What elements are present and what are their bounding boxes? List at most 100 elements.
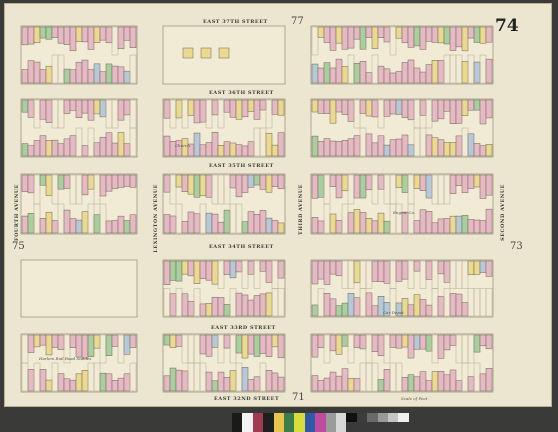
building: [63, 138, 71, 157]
building: [311, 334, 319, 358]
building: [335, 334, 343, 355]
building: [461, 61, 469, 84]
building: [473, 26, 481, 43]
building: [277, 174, 285, 190]
building: [353, 135, 361, 157]
street-label-35: EAST 35TH STREET: [209, 163, 274, 169]
building: [187, 301, 195, 317]
label-scale: Scale of Feet: [401, 396, 428, 401]
building: [329, 334, 337, 352]
building: [111, 334, 119, 347]
building: [181, 293, 189, 317]
building: [323, 138, 331, 157]
building: [99, 99, 107, 118]
building: [235, 99, 243, 120]
building: [353, 297, 361, 317]
building: [485, 99, 493, 119]
building: [241, 334, 249, 359]
building: [425, 134, 433, 157]
building: [27, 174, 35, 194]
building: [407, 334, 415, 359]
building: [45, 99, 53, 123]
building: [81, 334, 89, 359]
building: [93, 142, 101, 157]
building: [329, 140, 337, 157]
building: [253, 99, 261, 120]
building: [123, 99, 131, 116]
building: [169, 334, 177, 348]
building: [205, 142, 213, 157]
building: [485, 208, 493, 234]
building: [163, 214, 171, 234]
building: [335, 26, 343, 44]
building: [211, 99, 219, 116]
avenue-label-second: SECOND AVENUE: [500, 184, 506, 241]
building: [277, 222, 285, 234]
gray-swatch: [356, 413, 368, 422]
avenue-label-lexington: LEXINGTON AVENUE: [153, 184, 159, 253]
building: [21, 69, 29, 84]
building: [87, 334, 95, 357]
building: [479, 99, 487, 125]
building: [217, 221, 225, 234]
building: [365, 99, 373, 117]
building: [277, 376, 285, 392]
building: [419, 71, 427, 84]
building: [129, 334, 137, 348]
building: [45, 65, 53, 84]
map-viewer[interactable]: 74 77 71 75 73 EAST 37TH STREET EAST 36T…: [0, 0, 558, 432]
building: [437, 260, 445, 275]
label-railroad-stables: Harlem Rail Road Stables: [39, 356, 92, 361]
building: [443, 334, 451, 351]
street-label-37: EAST 37TH STREET: [203, 19, 268, 25]
building: [265, 132, 273, 157]
building: [33, 140, 41, 157]
building: [401, 99, 409, 118]
building: [211, 296, 219, 317]
building: [259, 334, 267, 354]
building: [353, 174, 361, 199]
building: [21, 174, 29, 192]
building: [63, 26, 71, 45]
building: [247, 141, 255, 157]
building: [359, 26, 367, 50]
building: [235, 144, 243, 157]
building: [347, 212, 355, 234]
building: [437, 371, 445, 392]
adjacent-sheet-bottom: 71: [292, 392, 305, 403]
building: [123, 373, 131, 392]
building: [359, 212, 367, 234]
building: [111, 142, 119, 157]
building: [437, 139, 445, 157]
building: [117, 215, 125, 234]
building: [69, 218, 77, 234]
building: [117, 132, 125, 157]
building: [45, 211, 53, 234]
building: [241, 367, 249, 392]
building: [39, 99, 47, 120]
building: [117, 377, 125, 392]
building: [413, 26, 421, 47]
building: [27, 213, 35, 234]
building: [199, 303, 207, 317]
building: [311, 260, 319, 285]
building: [335, 99, 343, 113]
building: [455, 293, 463, 317]
building: [341, 302, 349, 317]
building: [241, 145, 249, 157]
building: [69, 26, 77, 52]
building: [419, 334, 427, 350]
building: [419, 299, 427, 317]
building: [419, 99, 427, 116]
building: [401, 174, 409, 193]
building: [431, 371, 439, 392]
building: [93, 334, 101, 349]
building: [335, 375, 343, 392]
building: [425, 260, 433, 280]
building: [449, 174, 457, 194]
building: [205, 334, 213, 357]
building: [401, 134, 409, 157]
building: [311, 304, 319, 317]
building: [485, 26, 493, 43]
building: [117, 26, 125, 49]
